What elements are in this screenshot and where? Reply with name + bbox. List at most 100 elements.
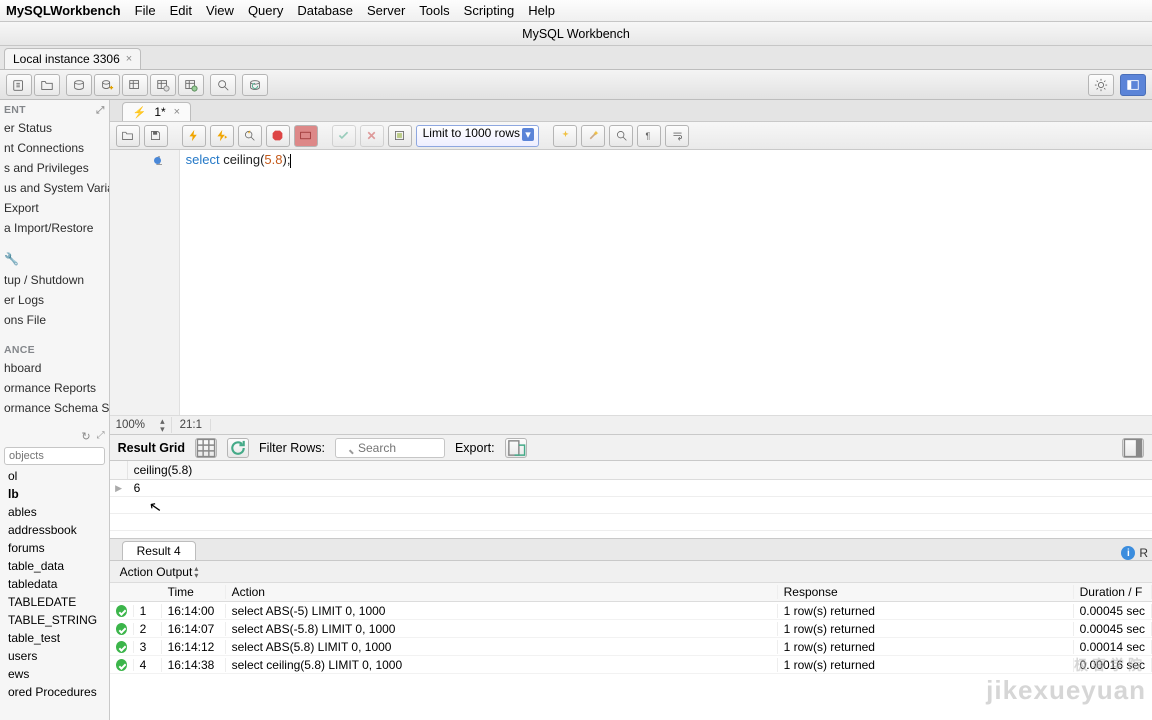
- action-output-header: Action Output▴▾: [110, 561, 1152, 583]
- stop-button[interactable]: [266, 125, 290, 147]
- nav-data-import[interactable]: a Import/Restore: [0, 218, 109, 238]
- schema-item[interactable]: ol: [0, 467, 109, 485]
- schema-item[interactable]: lb: [0, 485, 109, 503]
- toggle-invisible-button[interactable]: ¶: [637, 125, 661, 147]
- menu-scripting[interactable]: Scripting: [464, 3, 515, 18]
- expand-icon[interactable]: ⤢: [96, 105, 104, 116]
- create-procedure-button[interactable]: [178, 74, 204, 96]
- wrap-button[interactable]: [665, 125, 689, 147]
- rollback-button[interactable]: [360, 125, 384, 147]
- nav-server-logs[interactable]: er Logs: [0, 290, 109, 310]
- schema-views[interactable]: ews: [0, 665, 109, 683]
- nav-client-connections[interactable]: nt Connections: [0, 138, 109, 158]
- zoom-level[interactable]: 100%▴▾: [110, 417, 172, 433]
- menu-server[interactable]: Server: [367, 3, 405, 18]
- beautify-button[interactable]: [553, 125, 577, 147]
- editor-content[interactable]: select ceiling(5.8);: [180, 150, 298, 415]
- connection-tab[interactable]: Local instance 3306 ×: [4, 48, 141, 69]
- col-duration[interactable]: Duration / F: [1074, 585, 1152, 599]
- main-panel: ⚡ 1* × Limit to 1000 rows ¶: [110, 100, 1152, 720]
- toggle-autocommit-button[interactable]: [294, 125, 318, 147]
- menu-edit[interactable]: Edit: [170, 3, 192, 18]
- schema-tables[interactable]: ables: [0, 503, 109, 521]
- execute-current-button[interactable]: [210, 125, 234, 147]
- result-row[interactable]: ▶ 6: [110, 480, 1152, 497]
- query-tab[interactable]: ⚡ 1* ×: [122, 102, 191, 121]
- success-icon: [116, 605, 127, 617]
- table-tabledata[interactable]: tabledata: [0, 575, 109, 593]
- filter-rows-input[interactable]: [335, 438, 445, 458]
- query-toolbar: Limit to 1000 rows ¶: [110, 122, 1152, 150]
- col-response[interactable]: Response: [778, 585, 1074, 599]
- grid-view-button[interactable]: [195, 438, 217, 458]
- nav-dashboard[interactable]: hboard: [0, 358, 109, 378]
- schema-filter-input[interactable]: [4, 447, 105, 465]
- schema-stored-procedures[interactable]: ored Procedures: [0, 683, 109, 701]
- menu-file[interactable]: File: [135, 3, 156, 18]
- nav-users-privileges[interactable]: s and Privileges: [0, 158, 109, 178]
- open-script-button[interactable]: [116, 125, 140, 147]
- new-sql-tab-button[interactable]: [6, 74, 32, 96]
- nav-options-file[interactable]: ons File: [0, 310, 109, 330]
- sql-editor[interactable]: 1 select ceiling(5.8);: [110, 150, 1152, 415]
- nav-status-variables[interactable]: us and System Variab: [0, 178, 109, 198]
- table-addressbook[interactable]: addressbook: [0, 521, 109, 539]
- export-button[interactable]: [505, 438, 527, 458]
- close-icon[interactable]: ×: [126, 53, 132, 65]
- row-indicator-icon: ▶: [110, 483, 128, 494]
- inspector-button[interactable]: [66, 74, 92, 96]
- mac-menubar: MySQLWorkbench File Edit View Query Data…: [0, 0, 1152, 22]
- menu-view[interactable]: View: [206, 3, 234, 18]
- success-icon: [116, 623, 127, 635]
- result-cell[interactable]: 6: [128, 481, 147, 495]
- limit-rows-select[interactable]: Limit to 1000 rows: [416, 125, 539, 147]
- col-action[interactable]: Action: [226, 585, 778, 599]
- filter-rows-label: Filter Rows:: [259, 441, 325, 455]
- settings-button[interactable]: [1088, 74, 1114, 96]
- result-tab[interactable]: Result 4: [122, 541, 196, 560]
- table-table-test[interactable]: table_test: [0, 629, 109, 647]
- toggle-sidebar-button[interactable]: [1120, 74, 1146, 96]
- menu-database[interactable]: Database: [297, 3, 353, 18]
- table-table-data[interactable]: table_data: [0, 557, 109, 575]
- commit-button[interactable]: [332, 125, 356, 147]
- refresh-icon[interactable]: ↻: [81, 430, 90, 443]
- nav-data-export[interactable]: Export: [0, 198, 109, 218]
- toggle-result-panel-button[interactable]: [1122, 438, 1144, 458]
- open-sql-script-button[interactable]: [34, 74, 60, 96]
- query-tab-label: 1*: [154, 105, 165, 119]
- editor-gutter: 1: [110, 150, 180, 415]
- output-type-select[interactable]: Action Output▴▾: [120, 565, 199, 579]
- action-output-row[interactable]: 3 16:14:12 select ABS(5.8) LIMIT 0, 1000…: [110, 638, 1152, 656]
- table-table-string[interactable]: TABLE_STRING: [0, 611, 109, 629]
- table-tabledate[interactable]: TABLEDATE: [0, 593, 109, 611]
- save-script-button[interactable]: [144, 125, 168, 147]
- nav-startup-shutdown[interactable]: tup / Shutdown: [0, 270, 109, 290]
- result-column-header[interactable]: ceiling(5.8): [128, 461, 199, 479]
- menu-help[interactable]: Help: [528, 3, 555, 18]
- table-forums[interactable]: forums: [0, 539, 109, 557]
- nav-server-status[interactable]: er Status: [0, 118, 109, 138]
- execute-button[interactable]: [182, 125, 206, 147]
- create-table-button[interactable]: [122, 74, 148, 96]
- beautify-button-2[interactable]: [581, 125, 605, 147]
- nav-performance-schema[interactable]: ormance Schema Set: [0, 398, 109, 418]
- expand-icon[interactable]: ⤢: [97, 430, 105, 443]
- table-users[interactable]: users: [0, 647, 109, 665]
- reconnect-button[interactable]: [242, 74, 268, 96]
- col-time[interactable]: Time: [162, 585, 226, 599]
- action-output-row[interactable]: 1 16:14:00 select ABS(-5) LIMIT 0, 1000 …: [110, 602, 1152, 620]
- refresh-button[interactable]: [227, 438, 249, 458]
- search-table-data-button[interactable]: [210, 74, 236, 96]
- toggle-limit-button[interactable]: [388, 125, 412, 147]
- create-view-button[interactable]: [150, 74, 176, 96]
- find-button[interactable]: [609, 125, 633, 147]
- close-icon[interactable]: ×: [174, 106, 180, 118]
- menu-query[interactable]: Query: [248, 3, 283, 18]
- create-schema-button[interactable]: [94, 74, 120, 96]
- nav-performance-reports[interactable]: ormance Reports: [0, 378, 109, 398]
- menu-tools[interactable]: Tools: [419, 3, 449, 18]
- action-output-row[interactable]: 2 16:14:07 select ABS(-5.8) LIMIT 0, 100…: [110, 620, 1152, 638]
- result-grid[interactable]: ceiling(5.8) ▶ 6: [110, 461, 1152, 539]
- explain-button[interactable]: [238, 125, 262, 147]
